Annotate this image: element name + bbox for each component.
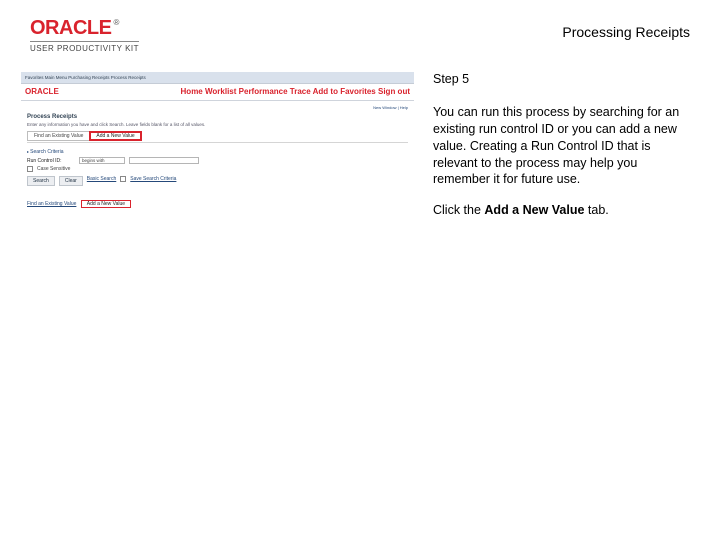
thumb-page-heading: Process Receipts [27,114,408,120]
thumb-case-row: Case Sensitive [27,166,408,172]
save-search-link[interactable]: Save Search Criteria [130,176,176,186]
thumb-page-sub: Enter any information you have and click… [27,122,408,127]
logo-block: ORACLE® USER PRODUCTIVITY KIT [30,18,139,53]
clear-button[interactable]: Clear [59,176,83,186]
action-pre: Click the [433,203,484,217]
thumb-nav-worklist[interactable]: Worklist [205,87,236,96]
page-title: Processing Receipts [562,24,690,40]
tab-find-existing[interactable]: Find an Existing Value [27,131,90,141]
thumb-nw-help[interactable]: New Window | Help [27,105,408,110]
header: ORACLE® USER PRODUCTIVITY KIT Processing… [0,0,720,61]
thumb-footer-links: Find an Existing Value Add a New Value [27,200,408,208]
thumb-tab-row: Find an Existing Value Add a New Value [27,131,408,141]
thumb-breadcrumb: Favorites Main Menu Purchasing Receipts … [25,75,146,80]
thumb-case-label: Case Sensitive [37,166,70,172]
thumb-run-control-input[interactable] [129,157,199,164]
thumb-btn-row: Search Clear Basic Search Save Search Cr… [27,176,408,186]
thumb-nav-trace[interactable]: Performance Trace [239,87,311,96]
footer-add-new-value[interactable]: Add a New Value [81,200,131,208]
action-bold: Add a New Value [484,203,584,217]
content: Favorites Main Menu Purchasing Receipts … [0,61,720,256]
instruction-text: You can run this process by searching fo… [433,104,690,188]
search-button[interactable]: Search [27,176,55,186]
thumb-body: New Window | Help Process Receipts Enter… [21,101,414,212]
oracle-logo: ORACLE® [30,18,139,39]
app-screenshot: Favorites Main Menu Purchasing Receipts … [20,71,415,256]
step-label: Step 5 [433,71,690,88]
save-criteria-icon [120,176,126,182]
thumb-nav-signout[interactable]: Sign out [378,87,410,96]
thumb-oracle-logo: ORACLE [25,87,59,96]
instruction-panel: Step 5 You can run this process by searc… [433,71,690,256]
thumb-field-label: Run Control ID: [27,158,75,164]
thumb-logo-bar: ORACLE Home Worklist Performance Trace A… [21,84,414,101]
action-post: tab. [584,203,608,217]
tm-symbol: ® [113,18,119,27]
thumb-op-select[interactable]: begins with [79,157,125,164]
thumb-nav: Home Worklist Performance Trace Add to F… [181,87,410,96]
thumb-section-label: Search Criteria [27,149,408,155]
thumb-breadcrumb-bar: Favorites Main Menu Purchasing Receipts … [21,72,414,84]
oracle-logo-text: ORACLE [30,17,111,39]
thumb-nav-fav[interactable]: Add to Favorites [313,87,376,96]
instruction-action: Click the Add a New Value tab. [433,202,690,219]
thumb-nav-home[interactable]: Home [181,87,203,96]
footer-find-existing[interactable]: Find an Existing Value [27,201,76,207]
logo-subtitle: USER PRODUCTIVITY KIT [30,41,139,53]
case-checkbox[interactable] [27,166,33,172]
basic-search-link[interactable]: Basic Search [87,176,116,186]
tab-add-new-value[interactable]: Add a New Value [89,131,141,141]
thumb-field-row: Run Control ID: begins with [27,157,408,164]
